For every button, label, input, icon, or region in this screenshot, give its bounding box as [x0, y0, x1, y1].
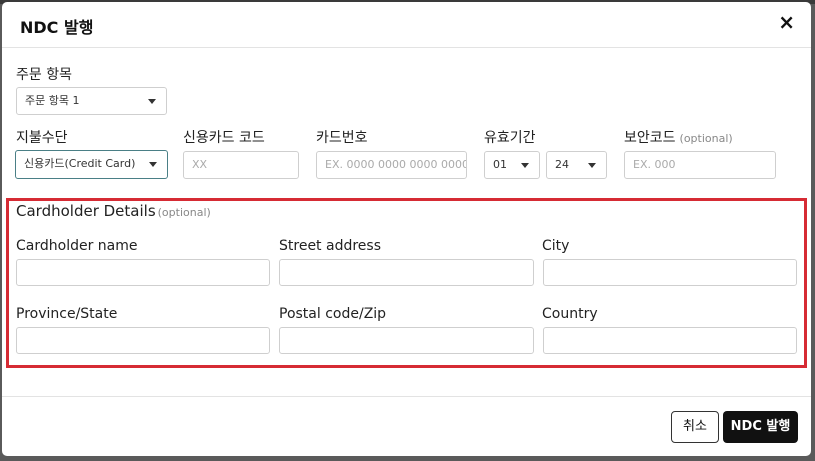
- card-number-label: 카드번호: [316, 130, 368, 146]
- chevron-down-icon: [149, 162, 157, 167]
- cardholder-name-label: Cardholder name: [16, 238, 138, 254]
- cancel-button[interactable]: 취소: [671, 411, 719, 443]
- postal-code-label: Postal code/Zip: [279, 306, 387, 322]
- card-code-input[interactable]: XX: [183, 151, 299, 179]
- cardholder-details-title: Cardholder Details (optional): [16, 202, 211, 220]
- street-address-label: Street address: [279, 238, 381, 254]
- province-state-label: Province/State: [16, 306, 118, 322]
- order-item-label: 주문 항목: [16, 67, 72, 83]
- chevron-down-icon: [588, 163, 596, 168]
- city-input[interactable]: [543, 259, 797, 286]
- expiry-label: 유효기간: [484, 130, 536, 146]
- city-label: City: [542, 238, 570, 254]
- ndc-issue-dialog: NDC 발행 × 주문 항목 주문 항목 1 지불수단 신용카드 코드 카드번호…: [2, 2, 811, 456]
- chevron-down-icon: [521, 163, 529, 168]
- order-item-select[interactable]: 주문 항목 1: [16, 87, 167, 115]
- security-code-placeholder: EX. 000: [633, 158, 676, 171]
- order-item-value: 주문 항목 1: [25, 94, 80, 107]
- footer-divider: [2, 396, 811, 397]
- card-number-placeholder: EX. 0000 0000 0000 0000: [325, 158, 467, 171]
- payment-method-label: 지불수단: [16, 130, 68, 146]
- issue-ndc-button[interactable]: NDC 발행: [723, 411, 798, 443]
- cardholder-title-text: Cardholder Details: [16, 202, 156, 220]
- cardholder-name-input[interactable]: [16, 259, 270, 286]
- card-code-label: 신용카드 코드: [183, 130, 265, 146]
- security-code-input[interactable]: EX. 000: [624, 151, 776, 179]
- security-code-label: 보안코드 (optional): [624, 127, 733, 147]
- security-code-label-text: 보안코드: [624, 130, 676, 146]
- expiry-year-select[interactable]: 24: [546, 151, 607, 179]
- chevron-down-icon: [148, 99, 156, 104]
- card-number-input[interactable]: EX. 0000 0000 0000 0000: [316, 151, 467, 179]
- expiry-month-value: 01: [493, 158, 507, 171]
- postal-code-input[interactable]: [279, 327, 534, 354]
- country-label: Country: [542, 306, 598, 322]
- close-icon[interactable]: ×: [778, 12, 795, 32]
- street-address-input[interactable]: [279, 259, 534, 286]
- province-state-input[interactable]: [16, 327, 270, 354]
- dialog-title: NDC 발행: [20, 18, 94, 37]
- payment-method-select[interactable]: 신용카드(Credit Card): [15, 150, 168, 179]
- cardholder-optional: (optional): [157, 206, 211, 219]
- expiry-month-select[interactable]: 01: [484, 151, 540, 179]
- dialog-header: NDC 발행 ×: [2, 2, 811, 48]
- card-code-placeholder: XX: [192, 158, 208, 171]
- security-code-optional: (optional): [679, 132, 733, 145]
- payment-method-value: 신용카드(Credit Card): [24, 157, 136, 170]
- country-input[interactable]: [543, 327, 797, 354]
- expiry-year-value: 24: [555, 158, 569, 171]
